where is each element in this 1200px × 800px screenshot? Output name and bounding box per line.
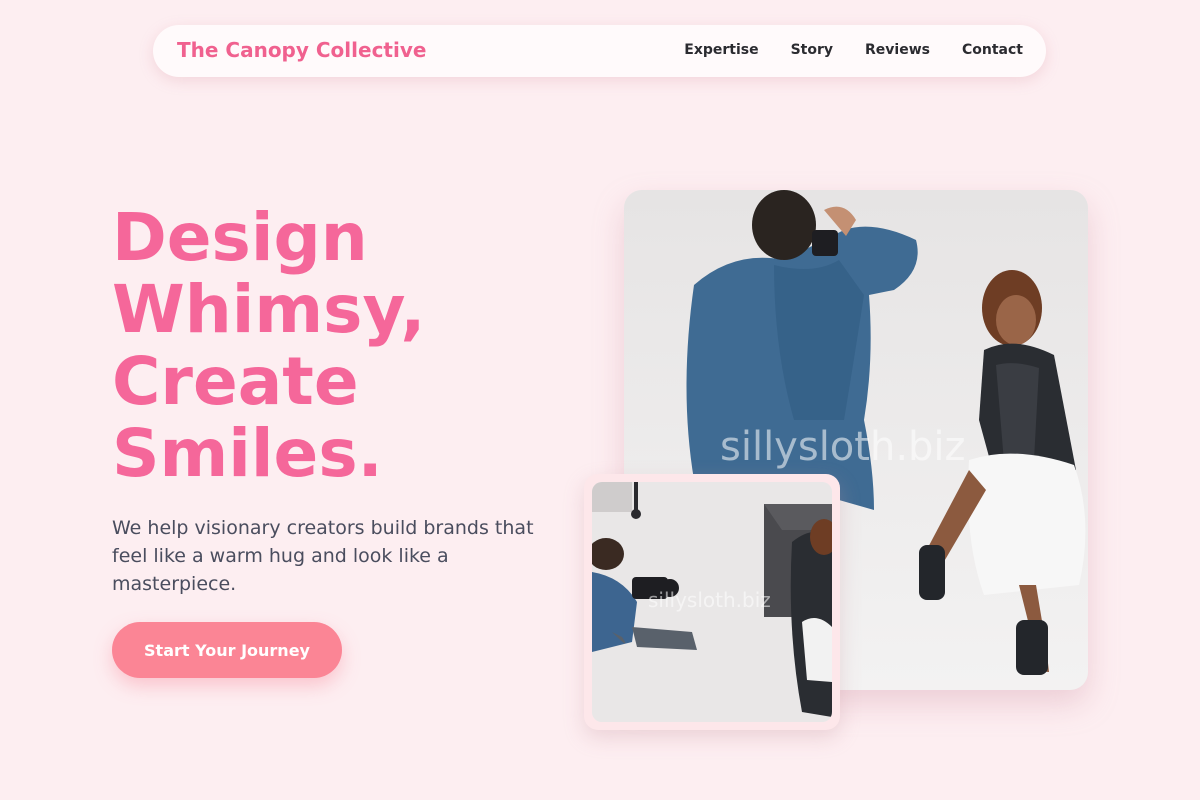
nav-link-expertise[interactable]: Expertise [684, 42, 758, 58]
nav-link-reviews[interactable]: Reviews [865, 42, 930, 58]
brand-logo-text[interactable]: The Canopy Collective [177, 38, 426, 62]
hero-title: Design Whimsy, Create Smiles. [112, 202, 425, 490]
watermark-secondary: sillysloth.biz [648, 588, 771, 612]
hero-photo-secondary-frame: sillysloth.biz [584, 474, 840, 730]
nav-link-story[interactable]: Story [791, 42, 833, 58]
studio-topdown-illustration: sillysloth.biz [592, 482, 832, 722]
hero-title-line: Create [112, 343, 359, 420]
nav-link-contact[interactable]: Contact [962, 42, 1023, 58]
start-journey-button[interactable]: Start Your Journey [112, 622, 342, 678]
top-navbar: The Canopy Collective Expertise Story Re… [153, 25, 1046, 77]
watermark-main: sillysloth.biz [720, 424, 966, 470]
hero-subtitle: We help visionary creators build brands … [112, 517, 534, 595]
nav-links: Expertise Story Reviews Contact [652, 42, 1023, 58]
hero-title-line: Design [112, 199, 368, 276]
hero-photo-secondary: sillysloth.biz [592, 482, 832, 722]
hero-title-line: Whimsy, [112, 271, 426, 348]
hero-title-line: Smiles. [112, 415, 383, 492]
